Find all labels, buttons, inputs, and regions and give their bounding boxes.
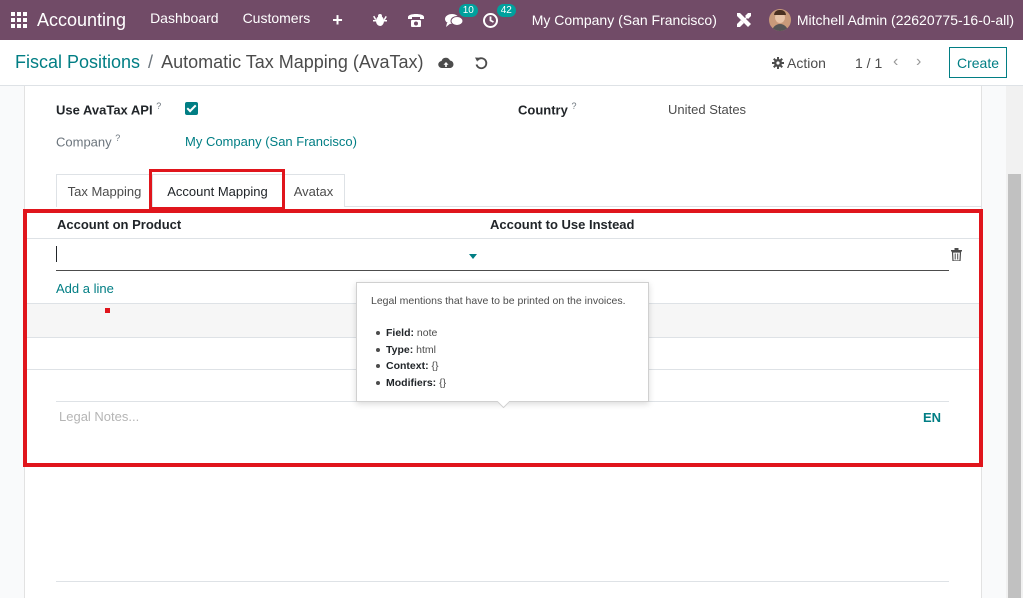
action-label: Action xyxy=(787,55,826,71)
pager-next-icon[interactable]: › xyxy=(916,53,921,71)
company-label: Company ? xyxy=(56,133,121,150)
country-label: Country ? xyxy=(518,101,577,118)
tooltip-arrow xyxy=(497,401,509,408)
action-menu-button[interactable]: Action xyxy=(772,55,826,71)
navbar-systray: 10 42 My Company (San Francisco) Mitchel… xyxy=(372,0,1023,40)
column-account-on-product[interactable]: Account on Product xyxy=(57,217,181,232)
gear-icon xyxy=(772,57,784,69)
user-menu[interactable]: Mitchell Admin (22620775-16-0-all) xyxy=(797,12,1014,28)
save-cloud-icon[interactable] xyxy=(437,57,454,69)
control-panel: Fiscal Positions / Automatic Tax Mapping… xyxy=(0,40,1023,86)
debug-tools-icon[interactable] xyxy=(735,11,753,29)
help-tooltip-icon[interactable]: ? xyxy=(156,101,161,111)
menu-dashboard[interactable]: Dashboard xyxy=(150,10,219,31)
help-tooltip-icon[interactable]: ? xyxy=(571,101,576,111)
more-menu-plus-icon[interactable]: + xyxy=(332,10,343,31)
tab-tax-mapping[interactable]: Tax Mapping xyxy=(56,174,153,207)
pager-previous-icon[interactable]: ‹ xyxy=(893,53,898,71)
breadcrumb: Fiscal Positions / Automatic Tax Mapping… xyxy=(15,52,488,73)
account-on-product-input[interactable] xyxy=(56,270,949,271)
top-navbar: Accounting Dashboard Customers + 10 42 M… xyxy=(0,0,1023,40)
activities-count-badge: 42 xyxy=(496,3,516,17)
tooltip-field: Field: note xyxy=(376,325,634,342)
column-account-to-use-instead[interactable]: Account to Use Instead xyxy=(490,217,634,232)
main-menu: Dashboard Customers + xyxy=(150,10,343,31)
create-button[interactable]: Create xyxy=(949,47,1007,78)
messages-icon[interactable]: 10 xyxy=(444,3,478,28)
tooltip-modifiers: Modifiers: {} xyxy=(376,375,634,392)
field-tooltip: Legal mentions that have to be printed o… xyxy=(356,282,649,402)
dropdown-arrow-icon[interactable] xyxy=(469,254,477,259)
header-divider xyxy=(27,238,979,239)
activities-clock-icon[interactable]: 42 xyxy=(482,3,516,28)
company-value[interactable]: My Company (San Francisco) xyxy=(185,134,357,149)
text-cursor xyxy=(56,246,57,262)
delete-row-trash-icon[interactable] xyxy=(951,248,962,264)
breadcrumb-separator: / xyxy=(148,52,154,72)
app-name[interactable]: Accounting xyxy=(37,10,126,31)
apps-menu-icon[interactable] xyxy=(11,12,27,28)
country-value: United States xyxy=(668,102,747,117)
company-switcher[interactable]: My Company (San Francisco) xyxy=(532,12,717,28)
legal-notes-editor[interactable]: Legal Notes... xyxy=(59,409,139,424)
breadcrumb-current-record: Automatic Tax Mapping (AvaTax) xyxy=(161,52,424,72)
tooltip-context: Context: {} xyxy=(376,358,634,375)
bottom-divider xyxy=(56,581,949,582)
scrollbar-thumb[interactable] xyxy=(1008,174,1021,598)
annotation-marker xyxy=(105,308,110,313)
pager-value[interactable]: 1 / 1 xyxy=(855,55,882,71)
bug-icon[interactable] xyxy=(372,13,387,27)
add-a-line-link[interactable]: Add a line xyxy=(56,281,114,296)
tab-avatax[interactable]: Avatax xyxy=(282,174,345,207)
messages-count-badge: 10 xyxy=(458,3,478,17)
tooltip-type: Type: html xyxy=(376,342,634,359)
use-avatax-label: Use AvaTax API ? xyxy=(56,101,162,118)
menu-customers[interactable]: Customers xyxy=(243,10,311,31)
discard-undo-icon[interactable] xyxy=(474,56,488,70)
tooltip-details: Field: note Type: html Context: {} Modif… xyxy=(371,325,634,391)
tab-account-mapping[interactable]: Account Mapping xyxy=(152,174,283,207)
tooltip-description: Legal mentions that have to be printed o… xyxy=(371,295,626,307)
vertical-scrollbar[interactable] xyxy=(1006,86,1023,598)
user-avatar[interactable] xyxy=(768,9,791,31)
phone-icon[interactable] xyxy=(407,12,425,28)
help-tooltip-icon[interactable]: ? xyxy=(115,133,120,143)
breadcrumb-fiscal-positions[interactable]: Fiscal Positions xyxy=(15,52,140,73)
translate-language-button[interactable]: EN xyxy=(923,410,941,425)
use-avatax-checkbox[interactable] xyxy=(185,102,198,115)
